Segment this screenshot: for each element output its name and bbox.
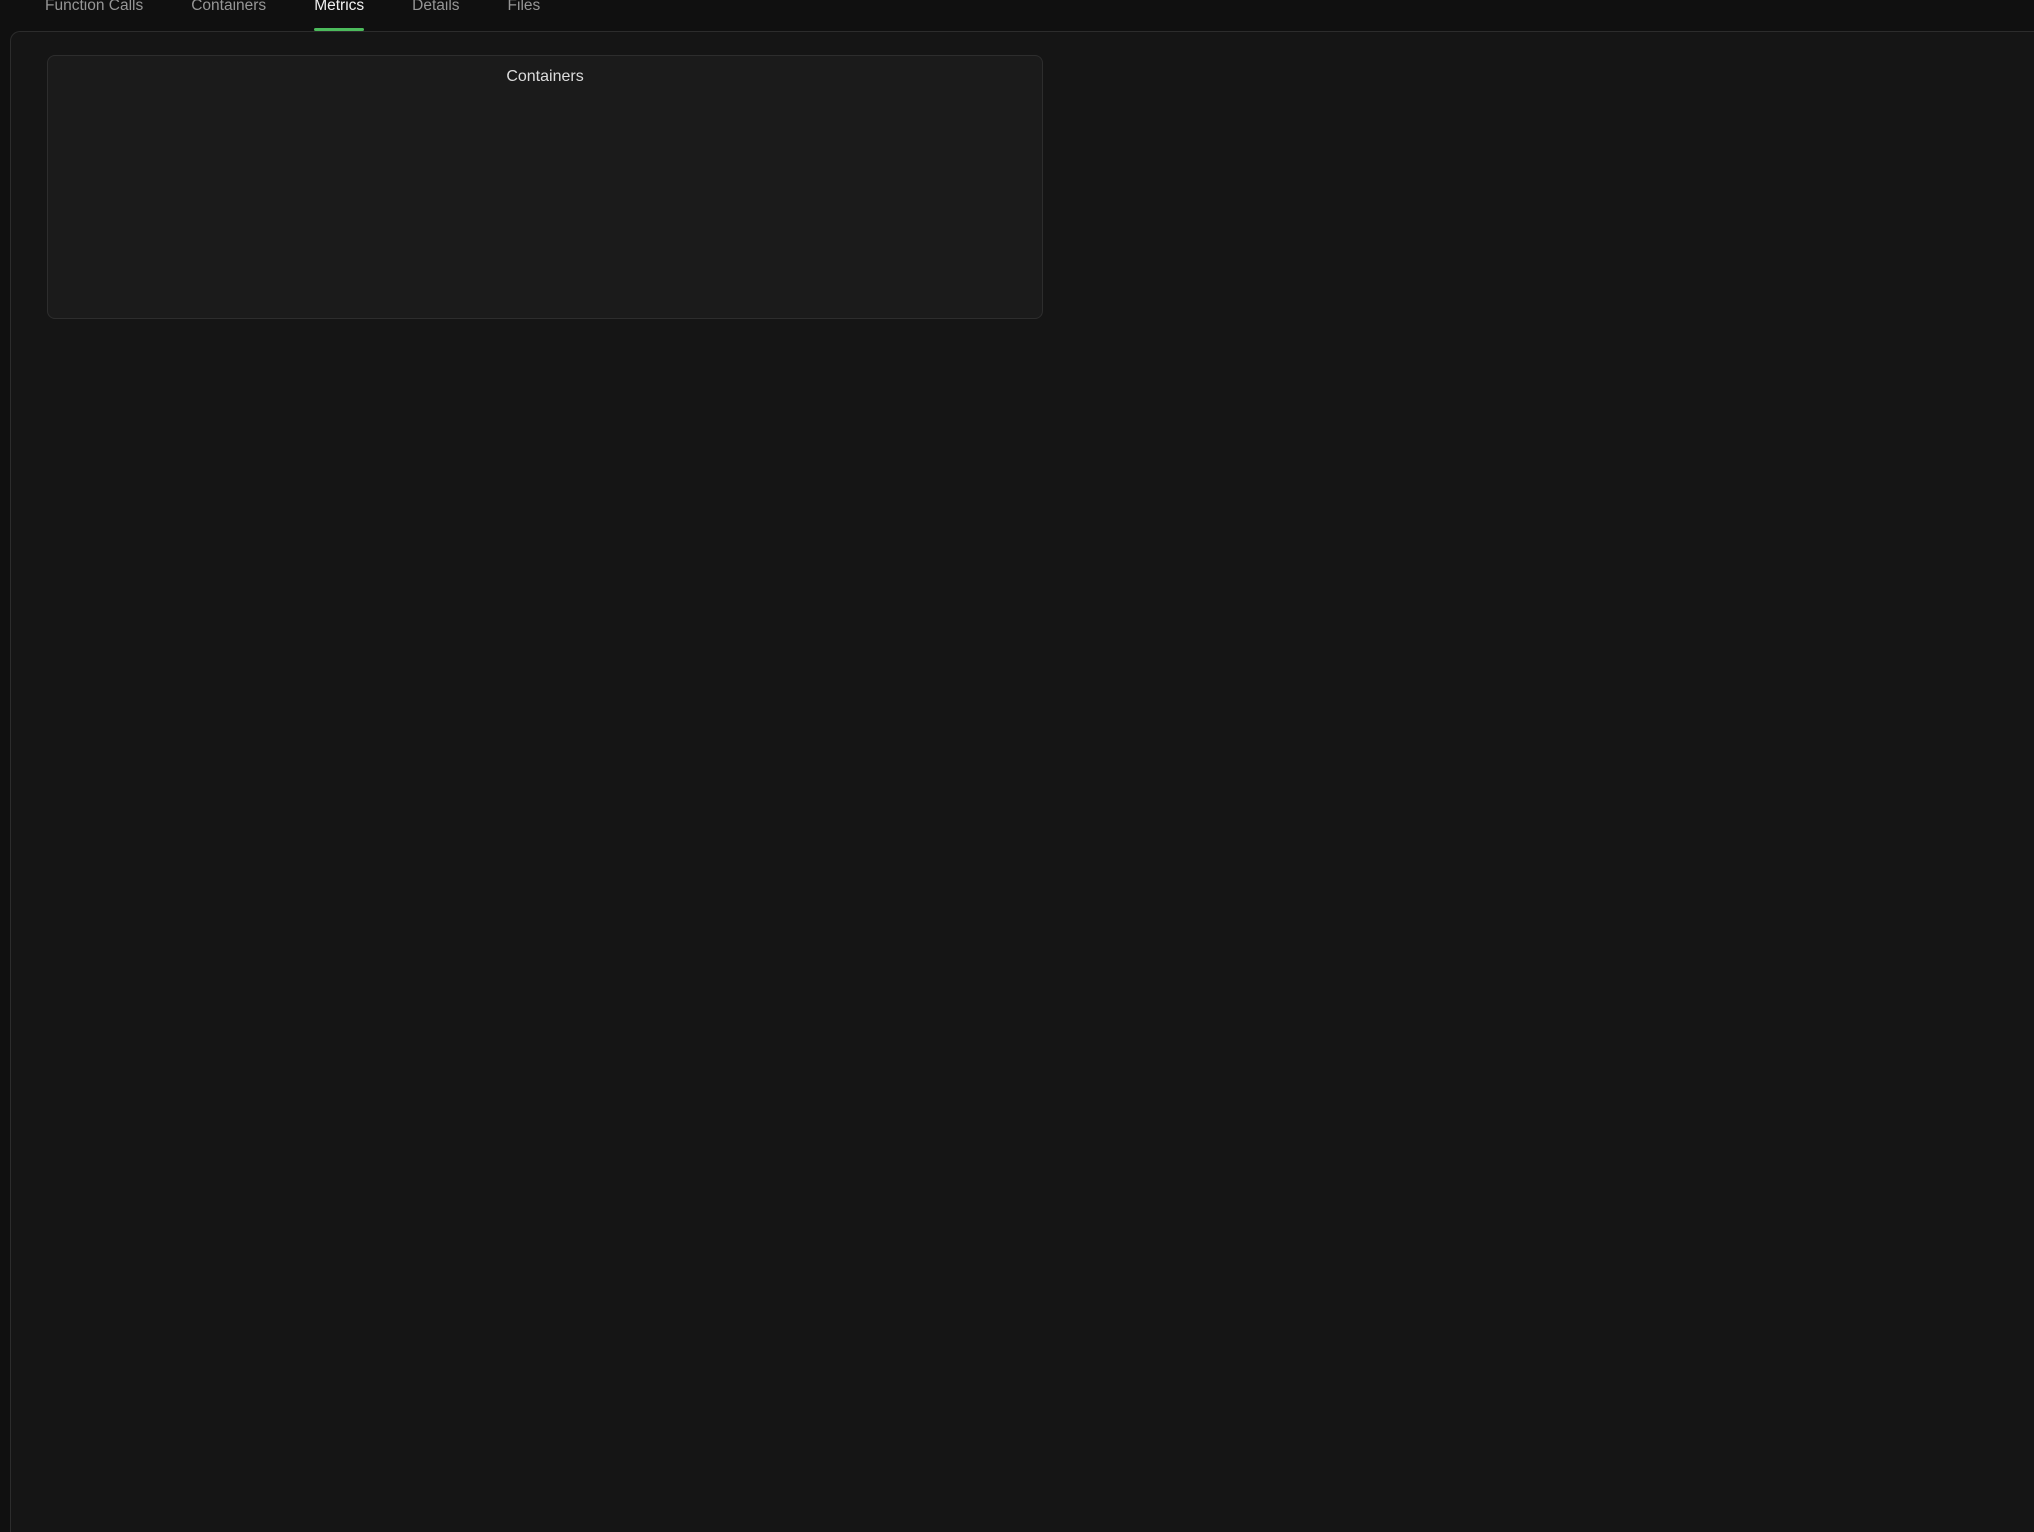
metrics-panel: Containers bbox=[10, 31, 2034, 1532]
tab-function-calls[interactable]: Function Calls bbox=[45, 0, 143, 31]
tab-files[interactable]: Files bbox=[508, 0, 541, 31]
tab-label: Metrics bbox=[314, 0, 364, 15]
tab-label: Details bbox=[412, 0, 459, 15]
tab-label: Function Calls bbox=[45, 0, 143, 15]
metric-card-containers: Containers bbox=[47, 55, 1043, 319]
tab-bar: Function Calls Containers Metrics Details Fi… bbox=[0, 0, 2034, 31]
chart-title: Containers bbox=[48, 68, 1042, 86]
tab-metrics[interactable]: Metrics bbox=[314, 0, 364, 31]
tab-label: Containers bbox=[191, 0, 266, 15]
charts-grid: Containers bbox=[11, 32, 2034, 319]
tab-details[interactable]: Details bbox=[412, 0, 459, 31]
tab-label: Files bbox=[508, 0, 541, 15]
tab-containers[interactable]: Containers bbox=[191, 0, 266, 31]
